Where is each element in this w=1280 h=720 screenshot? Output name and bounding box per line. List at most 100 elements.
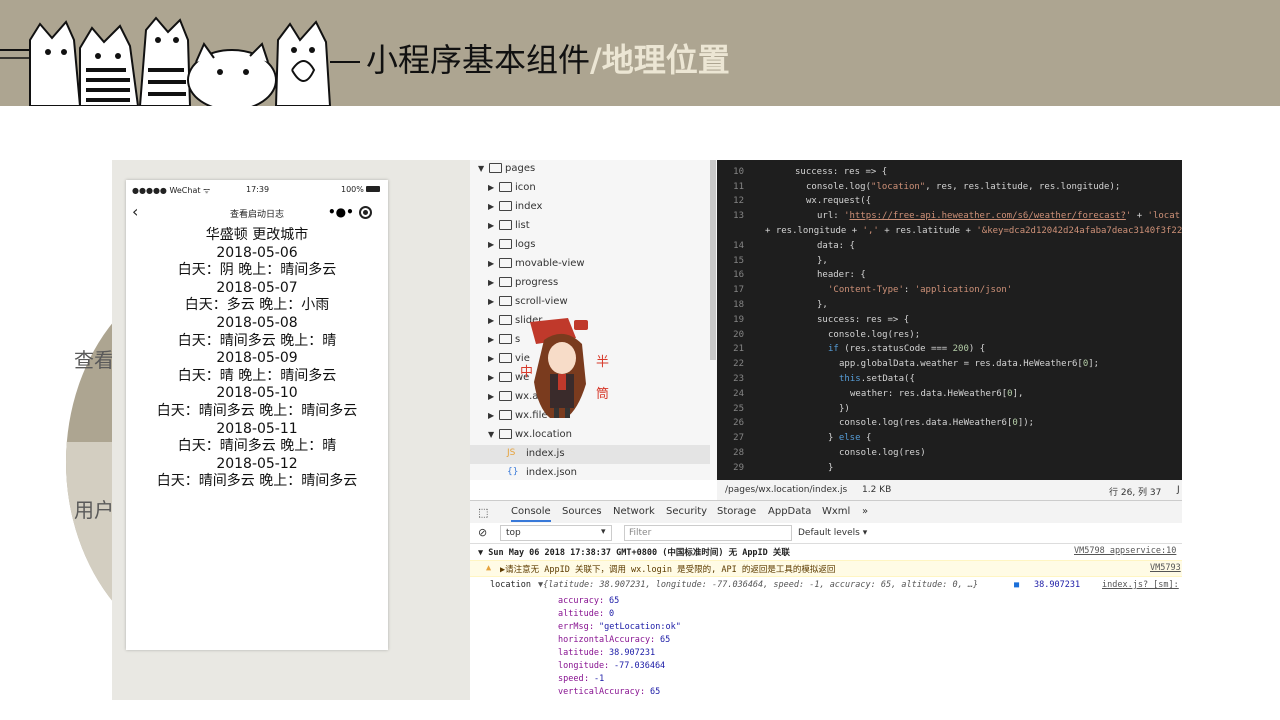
log-header-row[interactable]: ▼ Sun May 06 2018 17:38:37 GMT+0800 (中国标… — [470, 544, 1182, 559]
code-text: data: { — [817, 239, 855, 254]
tree-item-index[interactable]: ▶ index — [470, 198, 710, 217]
warning-text: ▶请注意无 AppID 关联下，调用 wx.login 是受限的, API 的返… — [500, 565, 836, 575]
chevron-right-icon[interactable]: ▶ — [488, 297, 494, 306]
location-object[interactable]: ▼{latitude: 38.907231, longitude: -77.03… — [538, 580, 978, 590]
code-token: ]); — [1017, 418, 1035, 429]
folder-icon — [499, 372, 512, 382]
location-source[interactable]: index.js? [sm]: — [1102, 580, 1179, 590]
tab-security[interactable]: Security — [666, 506, 707, 517]
tab-wxml[interactable]: Wxml — [822, 506, 850, 517]
chevron-down-icon[interactable]: ▼ — [478, 164, 484, 173]
prop-key: longitude — [558, 661, 605, 671]
code-token: '&key=dca2d12042d24afaba7deac3140f3f22 — [976, 226, 1182, 236]
tree-item-progress[interactable]: ▶ progress — [470, 274, 710, 293]
code-text: weather: res.data.HeWeather6[0], — [850, 387, 1023, 402]
code-text: wx.request({ — [806, 194, 871, 209]
code-token: header: { — [817, 270, 866, 281]
inspect-icon[interactable]: ⬚ — [478, 506, 488, 519]
chevron-right-icon[interactable]: ▶ — [488, 183, 494, 192]
tree-item-label: movable-view — [515, 258, 585, 269]
code-text: }, — [817, 298, 828, 313]
tree-item-label: progress — [515, 277, 559, 288]
tree-item-index-json[interactable]: {} index.json — [470, 464, 710, 480]
warning-source[interactable]: VM5793 — [1150, 563, 1181, 573]
log-header-source[interactable]: VM5798 appservice:10 — [1074, 546, 1176, 556]
chevron-right-icon[interactable]: ▶ — [488, 335, 494, 344]
chevron-down-icon[interactable]: ▼ — [488, 430, 494, 439]
warning-row[interactable]: ▲ ▶请注意无 AppID 关联下，调用 wx.login 是受限的, API … — [470, 560, 1182, 577]
code-text: }) — [839, 402, 850, 417]
code-text: header: { — [817, 268, 866, 283]
code-line: 28 console.log(res) — [717, 446, 1182, 461]
context-select-value: top — [506, 528, 521, 538]
tab-storage[interactable]: Storage — [717, 506, 756, 517]
code-text: console.log(res); — [828, 328, 920, 343]
context-chevron-down-icon: ▾ — [601, 527, 606, 537]
chevron-right-icon[interactable]: ▶ — [488, 354, 494, 363]
chevron-right-icon[interactable]: ▶ — [488, 240, 494, 249]
clear-console-icon[interactable]: ⊘ — [478, 526, 487, 539]
code-editor[interactable]: 10 success: res => {11 console.log("locati… — [717, 160, 1182, 480]
code-text: console.log(res) — [839, 446, 926, 461]
weather-forecast: 白天：晴间多云 晚上：晴间多云 — [156, 473, 358, 490]
code-token: }, — [817, 255, 828, 266]
tree-item-icon[interactable]: ▶ icon — [470, 179, 710, 198]
close-target-icon[interactable] — [359, 206, 372, 219]
tree-item-list[interactable]: ▶ list — [470, 217, 710, 236]
code-line: 17 'Content-Type': 'application/json' — [717, 283, 1182, 298]
code-line: 20 console.log(res); — [717, 328, 1182, 343]
console-output: ▼ Sun May 06 2018 17:38:37 GMT+0800 (中国标… — [470, 544, 1182, 700]
tab-network[interactable]: Network — [613, 506, 655, 517]
tree-item-wx-location[interactable]: ▼ wx.location — [470, 426, 710, 445]
chevron-right-icon[interactable]: ▶ — [488, 202, 494, 211]
line-number: 22 — [733, 359, 744, 370]
more-icon[interactable]: •●• — [328, 205, 354, 219]
console-filter-input[interactable]: Filter — [624, 525, 792, 541]
log-levels-select[interactable]: Default levels ▾ — [798, 528, 867, 538]
tree-item-scroll-view[interactable]: ▶ scroll-view — [470, 293, 710, 312]
chevron-right-icon[interactable]: ▶ — [488, 221, 494, 230]
context-select[interactable]: top ▾ — [500, 525, 612, 541]
tabs-overflow-icon[interactable]: » — [862, 506, 868, 517]
code-token: https://free-api.heweather.com/s6/weathe… — [849, 211, 1126, 222]
code-token: .setData({ — [860, 374, 915, 384]
tree-item-movable-view[interactable]: ▶ movable-view — [470, 255, 710, 274]
code-token: success: res => { — [795, 166, 888, 177]
chevron-right-icon[interactable]: ▶ — [488, 411, 494, 420]
code-token: { — [860, 433, 872, 444]
tab-sources[interactable]: Sources — [562, 506, 602, 517]
tree-item-logs[interactable]: ▶ logs — [470, 236, 710, 255]
location-latitude-value: 38.907231 — [1034, 580, 1081, 590]
chevron-right-icon[interactable]: ▶ — [488, 259, 494, 268]
chevron-right-icon[interactable]: ▶ — [488, 316, 494, 325]
weather-date: 2018-05-10 — [216, 385, 298, 402]
line-number: 17 — [733, 285, 744, 296]
battery-icon — [366, 186, 380, 192]
prop-value: "getLocation:ok" — [599, 622, 681, 632]
prop-key: errMsg — [558, 622, 589, 632]
tree-item-pages[interactable]: ▼ pages — [470, 160, 710, 179]
line-number: 25 — [733, 403, 744, 414]
weather-forecast: 白天：晴间多云 晚上：晴 — [177, 438, 337, 455]
editor-status-path: /pages/wx.location/index.js — [725, 485, 848, 495]
tree-item-label: index.json — [526, 467, 577, 478]
tab-console[interactable]: Console — [511, 506, 551, 522]
tree-item-index-js[interactable]: JS index.js — [470, 445, 710, 464]
code-token: 'Content-Type' — [828, 285, 904, 296]
tab-appdata[interactable]: AppData — [768, 506, 811, 517]
chevron-right-icon[interactable]: ▶ — [488, 373, 494, 382]
code-token: }) — [839, 403, 850, 414]
chevron-right-icon[interactable]: ▶ — [488, 278, 494, 287]
code-token: this — [839, 374, 861, 384]
slide-title-sub: 地理位置 — [601, 41, 730, 79]
console-toolbar: ⊘ top ▾ Filter Default levels ▾ — [470, 523, 1182, 544]
line-number: 10 — [733, 166, 744, 177]
code-token: + — [1131, 211, 1148, 222]
file-tree-scrollbar[interactable] — [710, 160, 716, 360]
editor-status-bar: /pages/wx.location/index.js 1.2 KB 行 26,… — [717, 480, 1182, 500]
weather-forecast: 白天：晴 晚上：晴间多云 — [177, 367, 337, 384]
chevron-right-icon[interactable]: ▶ — [488, 392, 494, 401]
prop-key: altitude — [558, 609, 599, 619]
location-log-row[interactable]: location ▼{latitude: 38.907231, longitud… — [470, 578, 1182, 593]
code-token: console.log(res.data.HeWeather6[ — [839, 418, 1013, 429]
